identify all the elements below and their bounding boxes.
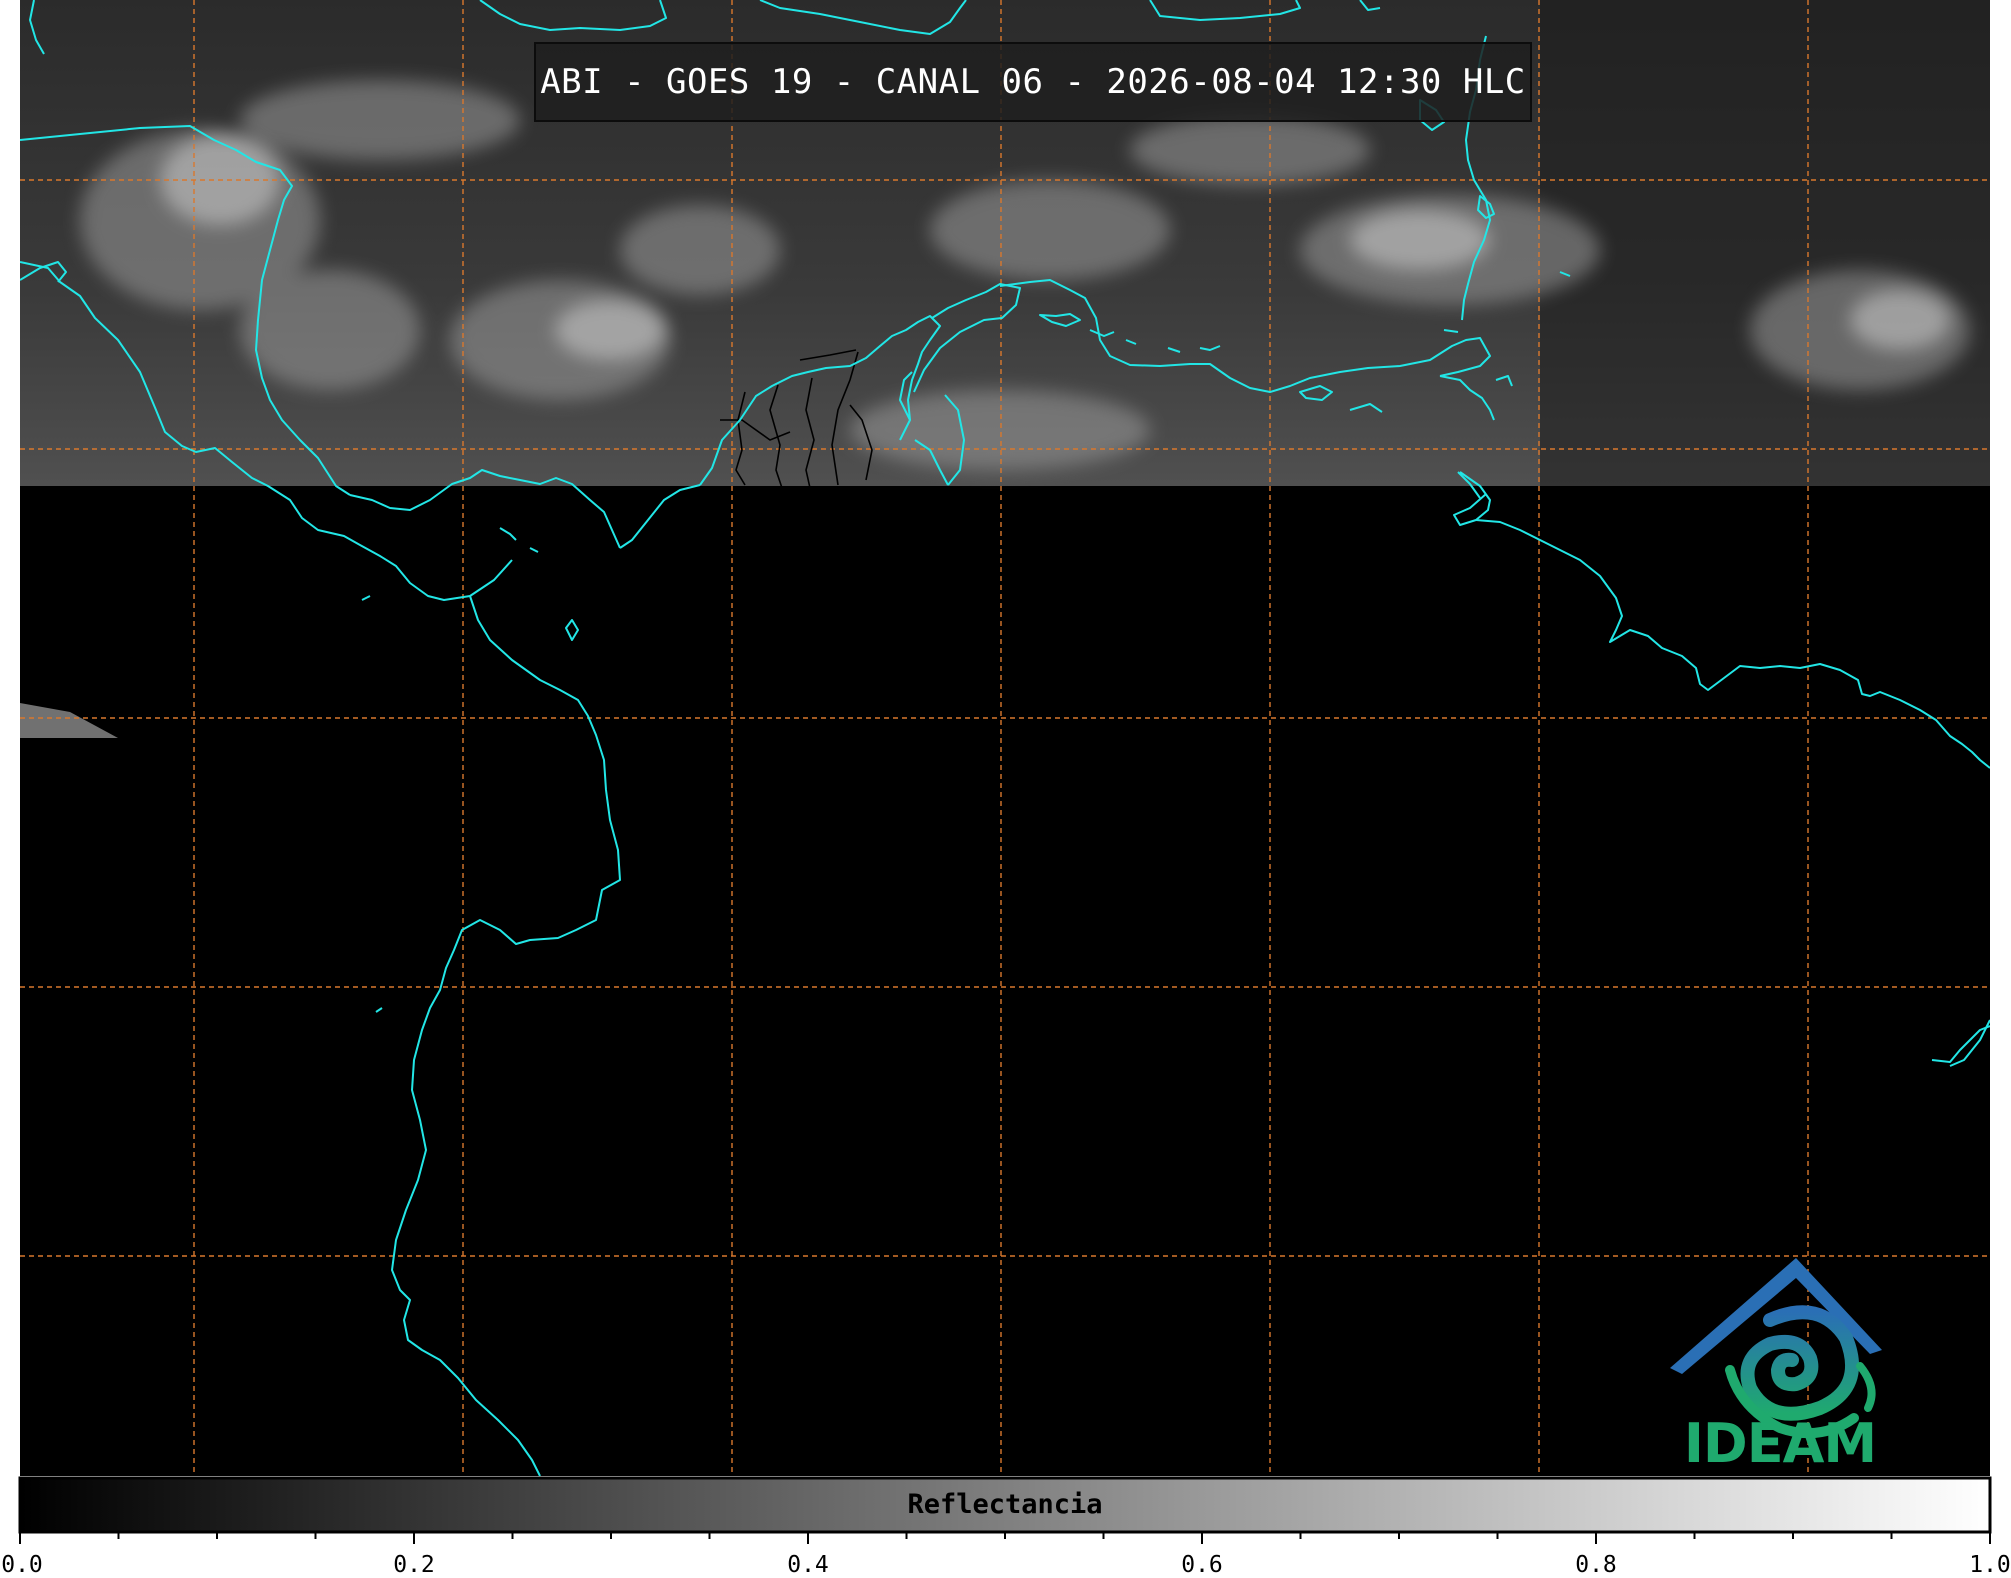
colorbar-label: Reflectancia: [907, 1489, 1103, 1520]
satellite-map-view: ABI - GOES 19 - CANAL 06 - 2026-08-04 12…: [0, 0, 2011, 1578]
colorbar-tick-label: 1.0: [1969, 1552, 2011, 1578]
colorbar-tick-label: 0.0: [1, 1552, 43, 1578]
colorbar-tick-label: 0.8: [1575, 1552, 1617, 1578]
map-canvas: [18, 0, 1992, 1544]
colorbar-tick-label: 0.2: [393, 1552, 435, 1578]
colorbar-tick-label: 0.6: [1181, 1552, 1223, 1578]
image-title: ABI - GOES 19 - CANAL 06 - 2026-08-04 12…: [534, 42, 1532, 122]
ideam-logo-text: IDEAM: [1683, 1412, 1877, 1475]
map-area: [20, 0, 1990, 1476]
colorbar-ticks: [19, 1532, 1991, 1544]
colorbar-tick-label: 0.4: [787, 1552, 829, 1578]
